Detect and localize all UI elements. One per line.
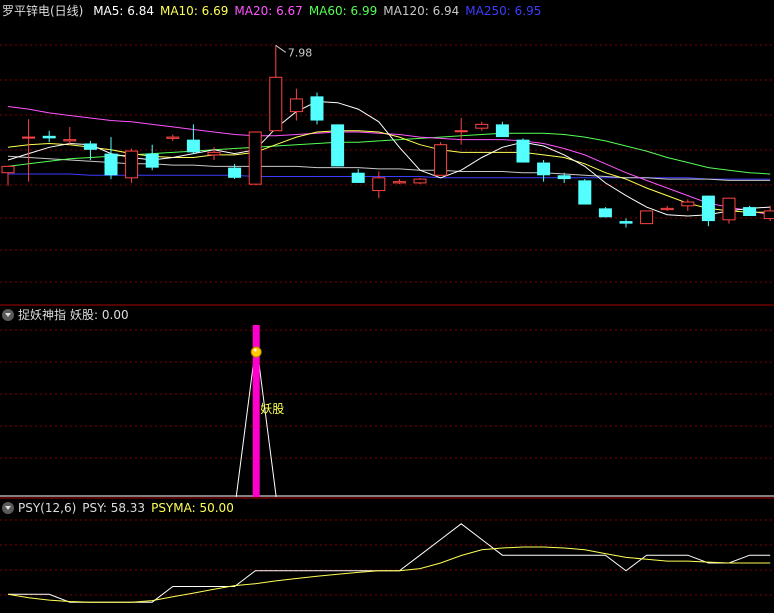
candle-body [557, 175, 571, 180]
indicator-value: 妖股: 0.00 [70, 308, 129, 322]
candle-body [598, 208, 612, 218]
candle-body [701, 195, 715, 222]
candle-body [392, 181, 406, 184]
candle-body [186, 139, 200, 153]
psy-panel-header: PSY(12,6) PSY: 58.33 PSYMA: 50.00 [2, 500, 240, 516]
candle-body [228, 167, 242, 178]
candle [392, 179, 406, 185]
candle [269, 45, 283, 132]
candle-body [289, 98, 303, 113]
candle-body [660, 207, 674, 211]
candle-body [310, 96, 324, 121]
signal-dot [250, 346, 262, 358]
candle [331, 124, 345, 167]
candle [598, 207, 612, 218]
candle-body [83, 143, 97, 150]
candle [166, 134, 180, 141]
psy-value: PSY: 58.33 [82, 501, 146, 515]
candle [63, 126, 77, 145]
candle [619, 218, 633, 228]
candle-body [619, 221, 633, 224]
candle [289, 88, 303, 121]
high-pointer [275, 45, 287, 53]
candle-body [681, 201, 695, 207]
legend-ma5: MA5: 6.84 [93, 4, 154, 18]
candle [578, 179, 592, 205]
candle-body [495, 124, 509, 138]
main-panel-header: 罗平锌电(日线) MA5: 6.84 MA10: 6.69 MA20: 6.67 MA… [2, 3, 553, 19]
candle [145, 144, 159, 171]
candle-body [578, 180, 592, 205]
candle [310, 92, 324, 125]
ma-legend: MA5: 6.84 MA10: 6.69 MA20: 6.67 MA60: 6.99 M… [93, 4, 547, 18]
candle [248, 131, 262, 185]
candle-body [763, 210, 774, 220]
candle-body [125, 150, 139, 179]
candle [681, 199, 695, 211]
signal-label: 妖股 [260, 402, 284, 416]
candle [495, 121, 509, 138]
legend-ma250: MA250: 6.95 [465, 4, 542, 18]
ma60-line [7, 132, 771, 175]
candle [537, 160, 551, 182]
candle [1, 165, 15, 186]
legend-ma120: MA120: 6.94 [383, 4, 460, 18]
candle [372, 171, 386, 199]
candle [413, 177, 427, 185]
candle-body [207, 151, 221, 156]
legend-ma60: MA60: 6.99 [308, 4, 378, 18]
candle-body [63, 139, 77, 142]
candle-body [351, 172, 365, 183]
psy-title: PSY(12,6) [18, 501, 77, 515]
candle [701, 195, 715, 227]
candle [743, 205, 757, 216]
candle [763, 205, 774, 222]
candle-body [104, 153, 118, 176]
collapse-icon[interactable] [2, 502, 14, 514]
candle-body [640, 210, 654, 225]
candle-body [166, 136, 180, 139]
candle [640, 210, 654, 225]
candle-body [22, 136, 36, 139]
candle [104, 137, 118, 180]
indicator-panel-header: 捉妖神指 妖股: 0.00 [2, 307, 135, 323]
candle-body [145, 153, 159, 168]
candle-body [743, 207, 757, 216]
collapse-icon[interactable] [2, 309, 14, 321]
candle-body [454, 130, 468, 133]
ma10-line [7, 130, 771, 213]
legend-ma20: MA20: 6.67 [234, 4, 303, 18]
candle-body [434, 144, 448, 176]
candle-body [269, 76, 283, 132]
candle [351, 168, 365, 183]
candle-body [537, 162, 551, 176]
candle [22, 119, 36, 182]
candle-body [722, 197, 736, 221]
indicator-title: 捉妖神指 [18, 308, 67, 322]
candle-body [248, 131, 262, 185]
candle-body [516, 139, 530, 163]
legend-ma10: MA10: 6.69 [159, 4, 229, 18]
psy-line [8, 523, 771, 603]
candle [722, 197, 736, 224]
ma5-line [7, 100, 771, 217]
signal-dot-highlight [253, 348, 257, 352]
candle-body [42, 135, 56, 139]
candle [125, 148, 139, 183]
candle [516, 138, 530, 163]
candle-body [372, 177, 386, 192]
psyma-value: PSYMA: 50.00 [151, 501, 234, 515]
candle-body [413, 178, 427, 184]
high-price-label: 7.98 [288, 46, 313, 59]
stock-title: 罗平锌电(日线) [2, 4, 84, 18]
candle-body [331, 124, 345, 167]
candle [475, 121, 489, 131]
candle [42, 130, 56, 143]
candle [434, 142, 448, 176]
candle-body [1, 165, 15, 174]
candle [660, 205, 674, 211]
candle-body [475, 123, 489, 129]
ma20-line [7, 106, 771, 216]
candle [454, 118, 468, 145]
